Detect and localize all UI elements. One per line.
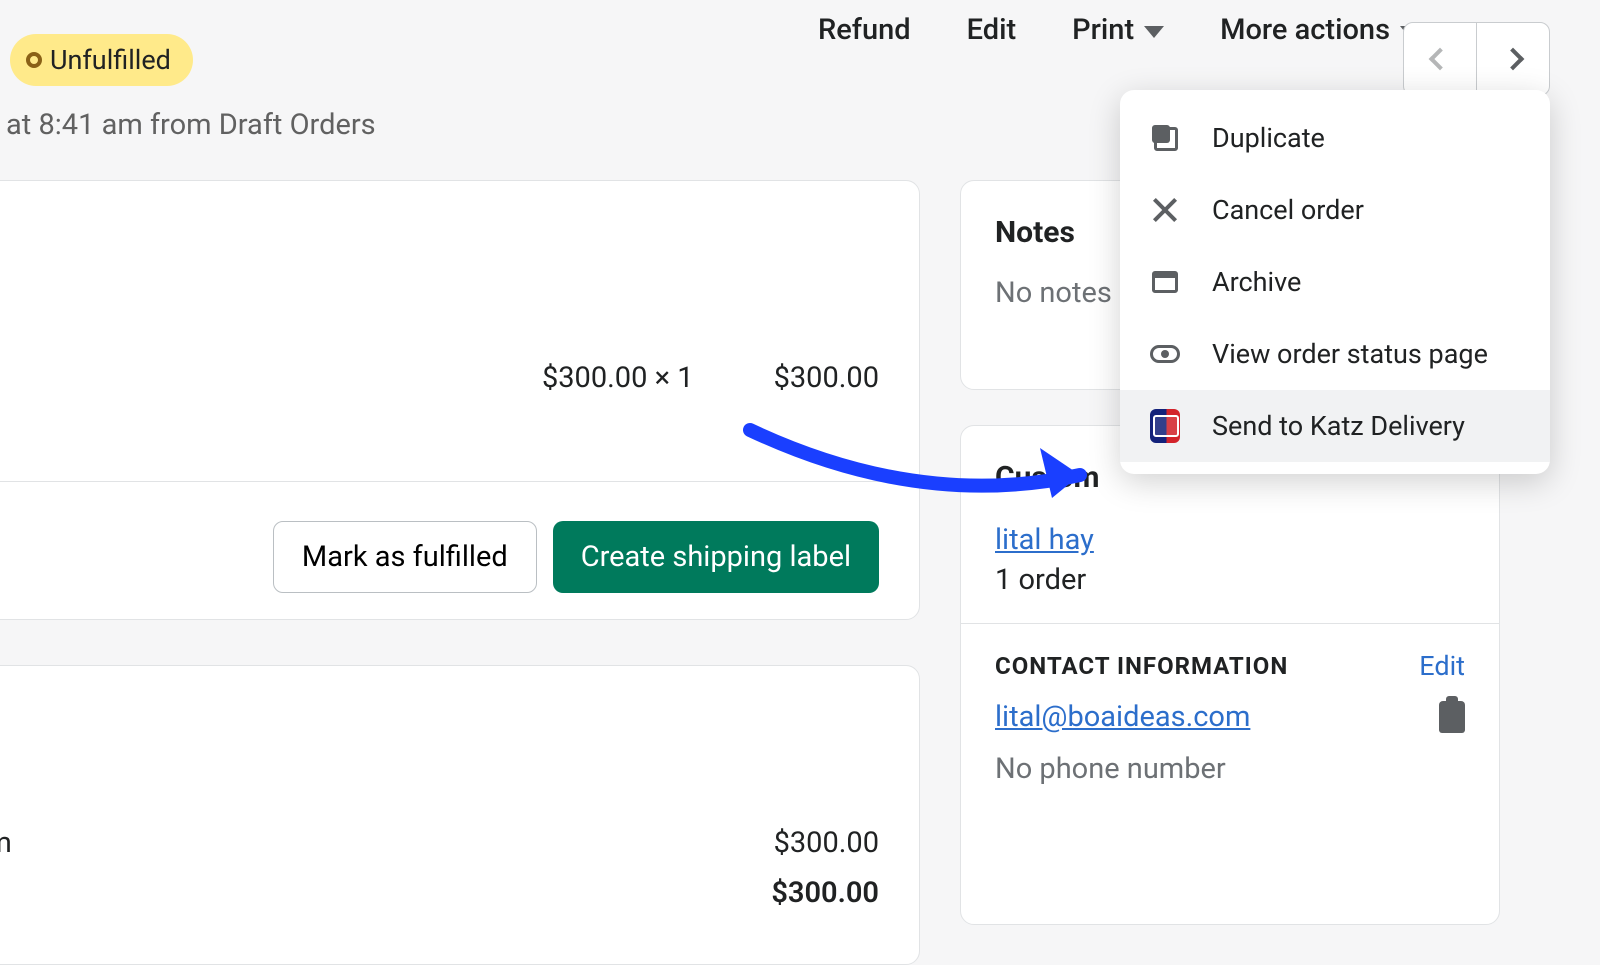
menu-item-label: Send to Katz Delivery (1212, 410, 1465, 442)
clipboard-icon[interactable] (1439, 701, 1465, 733)
duplicate-icon (1152, 125, 1178, 151)
customer-email-link[interactable]: lital@boaideas.com (995, 700, 1250, 734)
summary-total: $300.00 (771, 876, 879, 910)
chevron-left-icon (1429, 48, 1452, 71)
customer-card: Custom lital hay 1 order CONTACT INFORMA… (960, 425, 1500, 925)
refund-button[interactable]: Refund (818, 13, 911, 47)
status-badge: Unfulfilled (10, 34, 193, 86)
customer-order-count: 1 order (995, 563, 1465, 597)
line-item-total: $300.00 (774, 361, 879, 395)
menu-item-duplicate[interactable]: Duplicate (1120, 102, 1550, 174)
more-actions-menu: Duplicate Cancel order Archive View orde… (1120, 90, 1550, 474)
edit-contact-button[interactable]: Edit (1419, 650, 1465, 682)
more-actions-button[interactable]: More actions (1220, 13, 1420, 47)
status-badge-label: Unfulfilled (50, 44, 171, 76)
divider (0, 481, 919, 482)
katz-delivery-icon (1150, 409, 1180, 443)
caret-down-icon (1144, 26, 1164, 38)
payment-summary-card: em $300.00 $300.00 (0, 665, 920, 965)
order-subtitle: at 8:41 am from Draft Orders (6, 108, 376, 142)
divider (961, 623, 1499, 624)
archive-icon (1152, 271, 1178, 293)
menu-item-archive[interactable]: Archive (1120, 246, 1550, 318)
next-order-button[interactable] (1476, 22, 1550, 96)
print-button[interactable]: Print (1072, 13, 1164, 47)
summary-subtotal: $300.00 (774, 826, 879, 860)
fulfillment-card: $300.00 × 1 $300.00 Mark as fulfilled Cr… (0, 180, 920, 620)
unfulfilled-dot-icon (26, 52, 42, 68)
contact-info-heading: CONTACT INFORMATION (995, 652, 1288, 680)
customer-name-link[interactable]: lital hay (995, 523, 1094, 557)
prev-order-button[interactable] (1403, 22, 1477, 96)
edit-button[interactable]: Edit (967, 13, 1017, 47)
customer-phone: No phone number (995, 752, 1465, 786)
menu-item-label: Duplicate (1212, 122, 1325, 154)
menu-item-label: Archive (1212, 266, 1301, 298)
menu-item-label: Cancel order (1212, 194, 1364, 226)
order-pager (1403, 22, 1550, 96)
line-item-unit-price: $300.00 × 1 (542, 361, 694, 395)
print-label: Print (1072, 13, 1134, 47)
menu-item-view-status[interactable]: View order status page (1120, 318, 1550, 390)
close-icon (1152, 197, 1178, 223)
eye-icon (1150, 345, 1180, 363)
more-actions-label: More actions (1220, 13, 1390, 47)
mark-as-fulfilled-button[interactable]: Mark as fulfilled (273, 521, 537, 593)
menu-item-cancel-order[interactable]: Cancel order (1120, 174, 1550, 246)
menu-item-send-to-katz[interactable]: Send to Katz Delivery (1120, 390, 1550, 462)
summary-item-label: em (0, 826, 12, 860)
menu-item-label: View order status page (1212, 338, 1488, 370)
chevron-right-icon (1502, 48, 1525, 71)
create-shipping-label-button[interactable]: Create shipping label (553, 521, 879, 593)
